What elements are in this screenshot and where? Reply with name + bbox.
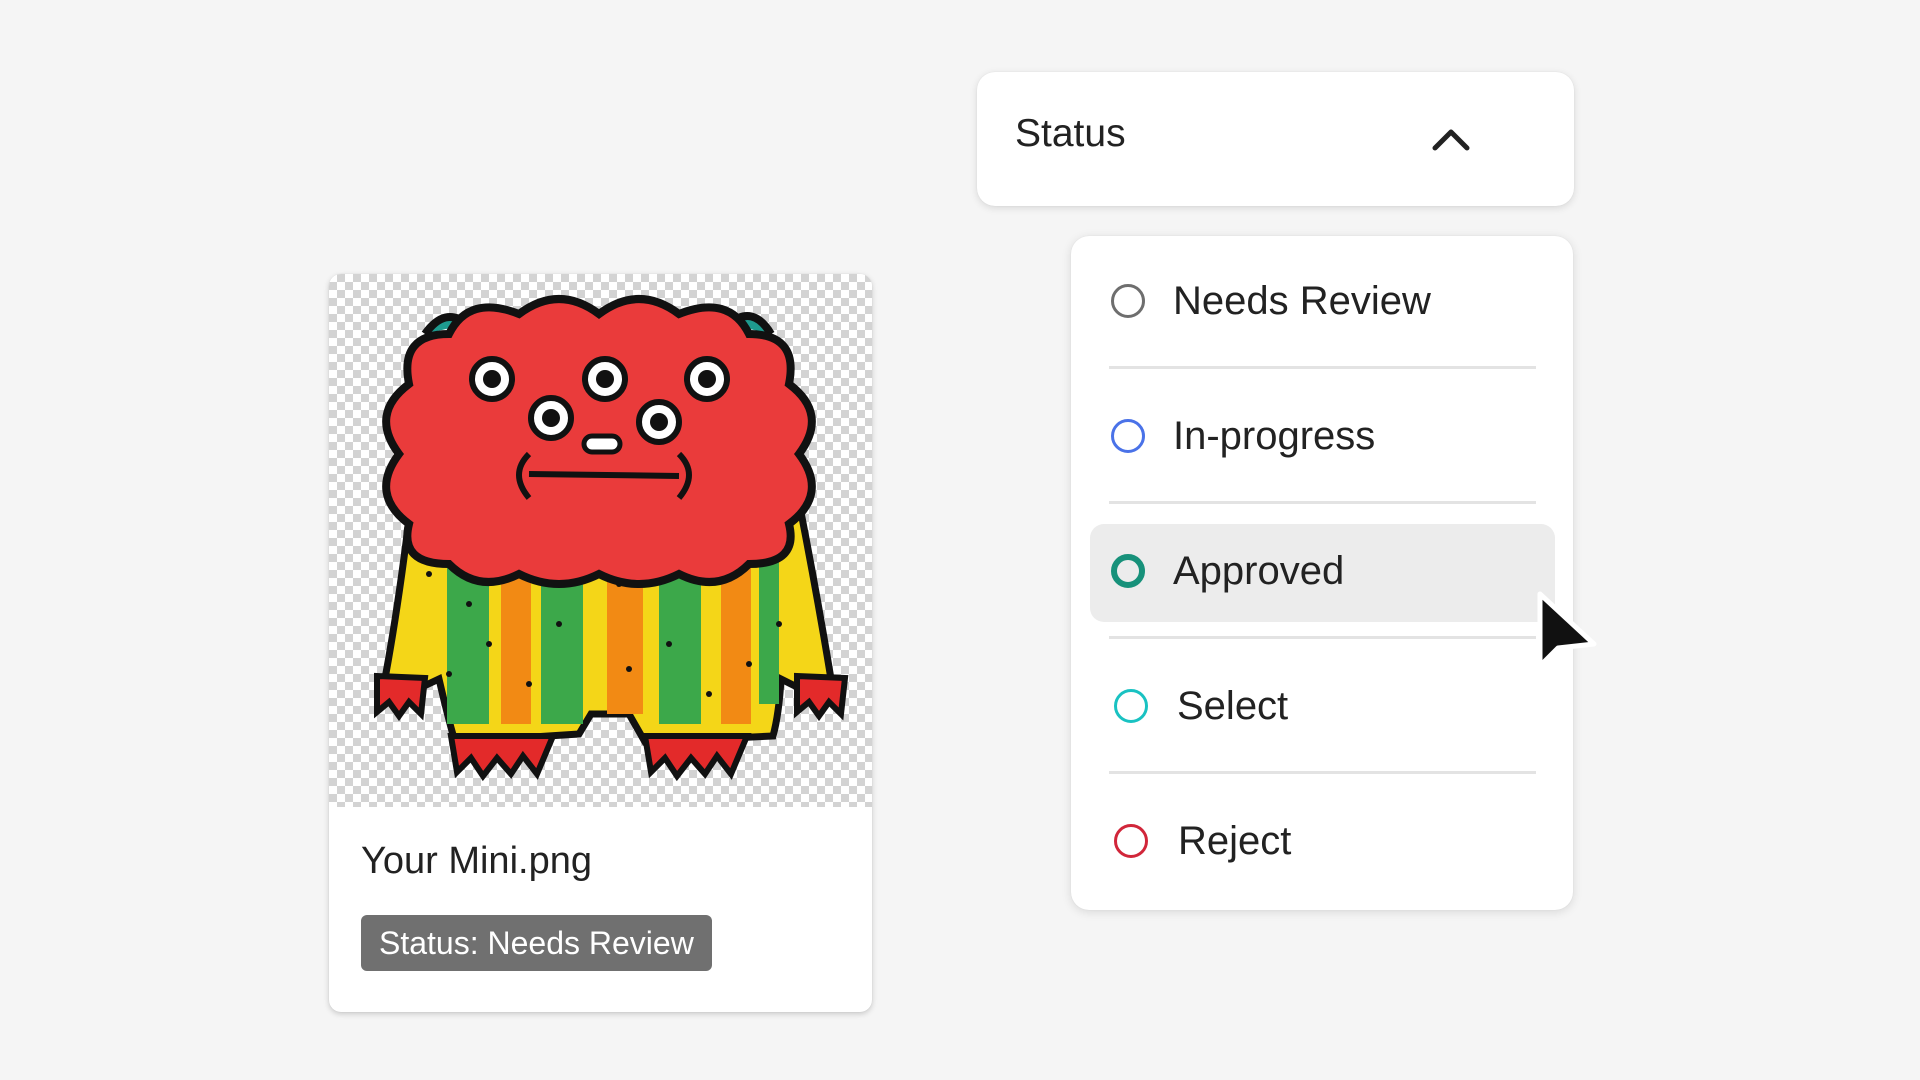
asset-file-name: Your Mini.png [361, 840, 592, 882]
option-label: Needs Review [1173, 279, 1431, 323]
radio-icon [1111, 284, 1145, 318]
status-option-approved[interactable]: Approved [1090, 524, 1555, 622]
chevron-up-icon [1432, 129, 1470, 151]
status-option-reject[interactable]: Reject [1090, 794, 1555, 892]
status-option-needs-review[interactable]: Needs Review [1090, 254, 1555, 352]
monster-illustration [374, 295, 849, 782]
status-dropdown-label: Status [1015, 112, 1126, 155]
status-dropdown-trigger[interactable]: Status [977, 72, 1574, 206]
radio-icon [1114, 824, 1148, 858]
divider [1109, 501, 1536, 504]
status-badge: Status: Needs Review [361, 915, 712, 971]
option-label: In-progress [1173, 414, 1376, 458]
asset-card[interactable]: Your Mini.png Status: Needs Review [329, 274, 872, 1012]
option-label: Reject [1178, 819, 1292, 863]
divider [1109, 636, 1536, 639]
status-menu: Needs Review In-progress Approved Select… [1071, 236, 1573, 910]
option-label: Select [1177, 684, 1289, 728]
radio-icon [1111, 419, 1145, 453]
radio-icon [1114, 689, 1148, 723]
status-option-select[interactable]: Select [1090, 659, 1555, 757]
divider [1109, 366, 1536, 369]
divider [1109, 771, 1536, 774]
radio-icon [1111, 554, 1145, 588]
status-option-in-progress[interactable]: In-progress [1090, 389, 1555, 487]
asset-thumbnail [329, 274, 872, 807]
arrow-cursor-icon [1537, 591, 1597, 669]
option-label: Approved [1173, 549, 1345, 593]
